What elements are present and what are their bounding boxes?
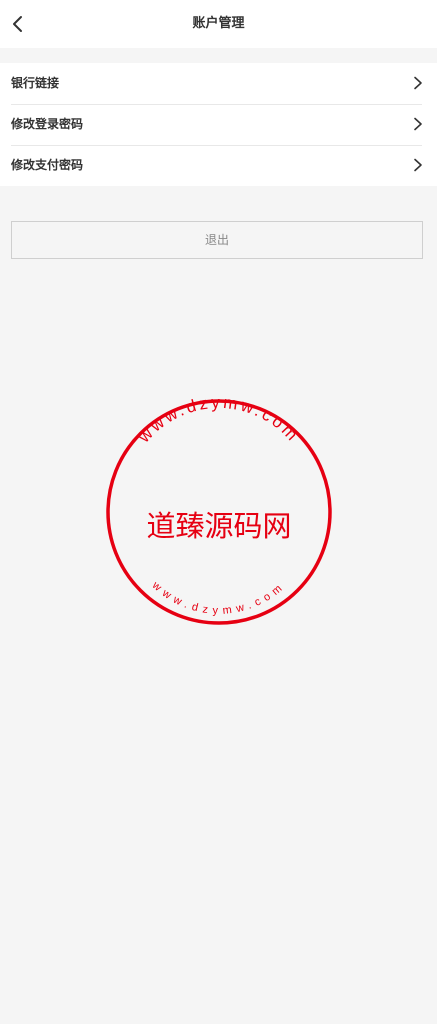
stamp-name: 道臻源码网 bbox=[146, 509, 291, 543]
logout-button[interactable]: 退出 bbox=[11, 221, 423, 259]
menu-item-label: 修改支付密码 bbox=[11, 158, 84, 172]
chevron-right-icon bbox=[414, 76, 422, 90]
watermark-stamp: www.dzymw.com 道臻源码网 www.dzymw.com bbox=[106, 397, 332, 625]
chevron-right-icon bbox=[414, 158, 422, 172]
stamp-url-top: www.dzymw.com bbox=[134, 397, 304, 447]
top-bar: 账户管理 bbox=[0, 0, 437, 48]
settings-menu: 银行链接 修改登录密码 修改支付密码 bbox=[0, 63, 437, 186]
menu-item-bank-link[interactable]: 银行链接 bbox=[0, 63, 437, 104]
page-title: 账户管理 bbox=[192, 16, 245, 31]
menu-item-change-login-password[interactable]: 修改登录密码 bbox=[0, 104, 437, 145]
menu-item-label: 银行链接 bbox=[11, 76, 60, 90]
menu-item-change-pay-password[interactable]: 修改支付密码 bbox=[0, 145, 437, 186]
chevron-right-icon bbox=[414, 117, 422, 131]
menu-item-label: 修改登录密码 bbox=[11, 117, 84, 131]
